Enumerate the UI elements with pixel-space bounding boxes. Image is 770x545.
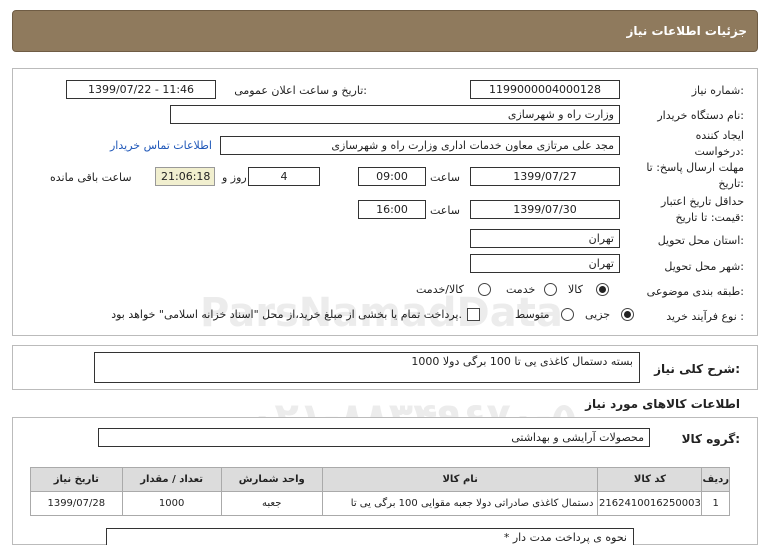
category-radio-both[interactable] (478, 283, 491, 296)
days-label: روز و (222, 171, 247, 184)
goods-group-field: محصولات آرایشی و بهداشتی (98, 428, 650, 447)
cell-date: 1399/07/28 (30, 491, 123, 516)
cell-unit: جعبه (220, 491, 323, 516)
city-field: تهران (470, 254, 620, 273)
col-header-row-number: ردیف (701, 467, 730, 492)
province-label: استان محل تحویل: (657, 234, 744, 247)
summary-label: شرح کلی نیاز: (654, 362, 740, 376)
send-date-field: 1399/07/27 (470, 167, 620, 186)
validity-time-field: 16:00 (358, 200, 426, 219)
treasury-payment-note: پرداخت تمام یا بخشی از مبلغ خرید،از محل … (111, 308, 462, 321)
validity-date-field: 1399/07/30 (470, 200, 620, 219)
need-number-label: شماره نیاز: (691, 84, 744, 97)
col-header-name: نام کالا (321, 467, 599, 492)
cell-name: دستمال کاغذی صادراتی دولا جعبه مقوایی 10… (321, 491, 599, 516)
notes-line-1: * نحوه ی پرداخت مدت دار (503, 531, 627, 544)
creator-label: ایجاد کننده درخواست: (694, 129, 745, 158)
category-service-label: خدمت (506, 283, 536, 296)
send-deadline-label: مهلت ارسال پاسخ: تا تاریخ: (646, 161, 744, 190)
goods-group-label: گروه کالا: (681, 432, 740, 446)
process-minor-label: جزیی (585, 308, 611, 321)
validity-time-label: ساعت (430, 204, 460, 217)
process-radio-minor[interactable] (621, 308, 634, 321)
category-label: طبقه بندی موضوعی: (646, 285, 744, 298)
summary-field: 1000 بسته دستمال کاغذی یی تا 100 برگی دو… (94, 352, 640, 383)
col-header-quantity: تعداد / مقدار (121, 467, 222, 492)
creator-field: مجد علی مرتازی معاون خدمات اداری وزارت ر… (220, 136, 620, 155)
days-field: 4 (248, 167, 320, 186)
process-label: نوع فرآیند خرید : (666, 310, 744, 323)
cell-code: 2162410016250003 (597, 491, 703, 516)
category-both-label: کالا/خدمت (416, 283, 464, 296)
contact-buyer-link[interactable]: اطلاعات تماس خریدار (110, 139, 212, 152)
page-title: جزئیات اطلاعات نیاز (626, 24, 747, 38)
announce-label: تاریخ و ساعت اعلان عمومی: (234, 84, 367, 97)
send-time-field: 09:00 (358, 167, 426, 186)
col-header-unit: واحد شمارش (220, 467, 323, 492)
goods-section-title: اطلاعات کالاهای مورد نیاز (585, 397, 740, 411)
buyer-org-field: وزارت راه و شهرسازی (170, 105, 620, 124)
validity-label: حداقل تاریخ اعتبار قیمت: تا تاریخ: (660, 195, 744, 224)
province-field: تهران (470, 229, 620, 248)
remaining-time-field: 21:06:18 (155, 167, 215, 186)
goods-table: ردیف کد کالا نام کالا واحد شمارش تعداد /… (30, 467, 730, 516)
table-row: 1 2162410016250003 دستمال کاغذی صادراتی … (30, 491, 730, 516)
need-number-field: 1199000004000128 (470, 80, 620, 99)
announce-field: 1399/07/22 - 11:46 (66, 80, 216, 99)
cell-quantity: 1000 (121, 491, 222, 516)
category-radio-service[interactable] (544, 283, 557, 296)
col-header-code: کد کالا (597, 467, 703, 492)
notes-field: * نحوه ی پرداخت مدت دار (106, 528, 634, 545)
category-goods-label: کالا (568, 283, 583, 296)
process-medium-label: متوسط (515, 308, 550, 321)
remaining-label: ساعت باقی مانده (50, 171, 132, 184)
city-label: شهر محل تحویل: (664, 260, 744, 273)
process-radio-medium[interactable] (561, 308, 574, 321)
category-radio-goods[interactable] (596, 283, 609, 296)
cell-row-number: 1 (701, 491, 730, 516)
page-title-bar: جزئیات اطلاعات نیاز (12, 10, 758, 52)
send-time-label: ساعت (430, 171, 460, 184)
col-header-date: تاریخ نیاز (30, 467, 123, 492)
treasury-payment-checkbox[interactable] (467, 308, 480, 321)
buyer-org-label: نام دستگاه خریدار: (657, 109, 744, 122)
table-header-row: ردیف کد کالا نام کالا واحد شمارش تعداد /… (30, 467, 730, 492)
